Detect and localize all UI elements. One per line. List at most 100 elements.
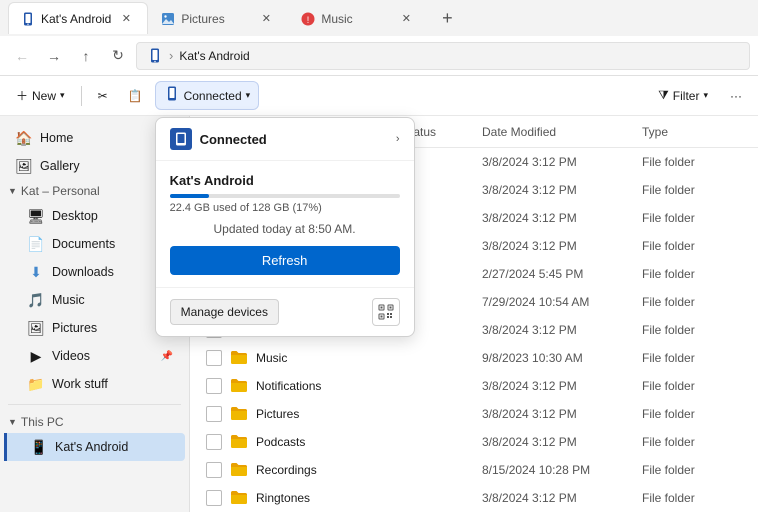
connected-area: Connected ▾ Connected › Kat's Android xyxy=(155,81,260,110)
file-type: File folder xyxy=(642,435,742,449)
file-checkbox[interactable] xyxy=(206,462,222,478)
col-header-date[interactable]: Date Modified xyxy=(482,125,642,139)
file-type: File folder xyxy=(642,183,742,197)
manage-devices-button[interactable]: Manage devices xyxy=(170,299,279,325)
folder-icon xyxy=(230,489,248,507)
tab-pictures-close[interactable]: ✕ xyxy=(257,10,275,28)
tab-kats-android[interactable]: Kat's Android ✕ xyxy=(8,2,148,34)
sidebar-item-work-stuff[interactable]: 📁 Work stuff xyxy=(4,370,185,398)
table-row[interactable]: Ringtones 3/8/2024 3:12 PM File folder xyxy=(190,484,758,512)
music-icon: 🎵 xyxy=(28,292,44,308)
file-date: 3/8/2024 3:12 PM xyxy=(482,323,642,337)
file-date: 3/8/2024 3:12 PM xyxy=(482,407,642,421)
tab-kats-android-close[interactable]: ✕ xyxy=(117,10,135,28)
file-date: 3/8/2024 3:12 PM xyxy=(482,491,642,505)
toolbar: ＋ New ▾ ✂ 📋 Connected ▾ xyxy=(0,76,758,116)
file-type: File folder xyxy=(642,155,742,169)
back-button[interactable]: ← xyxy=(8,42,36,70)
more-icon: ··· xyxy=(730,89,742,103)
filter-icon: ⧩ xyxy=(658,88,669,103)
table-row[interactable]: Notifications 3/8/2024 3:12 PM File fold… xyxy=(190,372,758,400)
file-type: File folder xyxy=(642,211,742,225)
file-checkbox[interactable] xyxy=(206,490,222,506)
folder-icon xyxy=(230,349,248,367)
kats-android-icon: 📱 xyxy=(31,439,47,455)
videos-icon: ▶ xyxy=(28,348,44,364)
filter-chevron-icon: ▾ xyxy=(703,90,708,101)
up-button[interactable]: ↑ xyxy=(72,42,100,70)
downloads-icon: ⬇ xyxy=(28,264,44,280)
tab-music[interactable]: ! Music ✕ xyxy=(288,2,428,34)
desktop-icon: 🖥 xyxy=(28,208,44,224)
svg-text:!: ! xyxy=(307,15,310,25)
sidebar-desktop-label: Desktop xyxy=(52,209,98,223)
popup-connected-label: Connected xyxy=(200,132,388,147)
popup-qr-icon[interactable] xyxy=(372,298,400,326)
sidebar-kats-android-label: Kat's Android xyxy=(55,440,128,454)
sidebar-item-kats-android[interactable]: 📱 Kat's Android xyxy=(4,433,185,461)
popup-refresh-button[interactable]: Refresh xyxy=(170,246,400,275)
home-icon: 🏠 xyxy=(16,130,32,146)
file-type: File folder xyxy=(642,351,742,365)
refresh-button[interactable]: ↻ xyxy=(104,42,132,70)
file-date: 7/29/2024 10:54 AM xyxy=(482,295,642,309)
filter-button[interactable]: ⧩ Filter ▾ xyxy=(650,84,716,107)
sidebar-music-label: Music xyxy=(52,293,85,307)
file-checkbox[interactable] xyxy=(206,378,222,394)
file-name: Pictures xyxy=(256,407,402,421)
popup-device-icon xyxy=(170,128,192,150)
sidebar-group-this-pc[interactable]: ▼ This PC xyxy=(0,411,189,433)
address-box[interactable]: › Kat's Android xyxy=(136,42,750,70)
file-type: File folder xyxy=(642,407,742,421)
new-tab-button[interactable]: + xyxy=(432,3,462,33)
table-row[interactable]: Recordings 8/15/2024 10:28 PM File folde… xyxy=(190,456,758,484)
col-header-type[interactable]: Type xyxy=(642,125,742,139)
sidebar-pictures-label: Pictures xyxy=(52,321,97,335)
table-row[interactable]: Podcasts 3/8/2024 3:12 PM File folder xyxy=(190,428,758,456)
pictures-icon: 🖼 xyxy=(28,320,44,336)
connected-button[interactable]: Connected ▾ xyxy=(155,81,260,110)
kat-personal-label: Kat – Personal xyxy=(21,184,100,198)
new-button[interactable]: ＋ New ▾ xyxy=(8,83,73,108)
sidebar-work-stuff-label: Work stuff xyxy=(52,377,108,391)
table-row[interactable]: Pictures 3/8/2024 3:12 PM File folder xyxy=(190,400,758,428)
filter-label: Filter xyxy=(673,89,700,103)
popup-storage-bar-fill xyxy=(170,194,209,198)
tab-music-close[interactable]: ✕ xyxy=(397,10,415,28)
filter-area: ⧩ Filter ▾ ··· xyxy=(650,84,750,107)
popup-storage-bar-bg xyxy=(170,194,400,198)
file-name: Music xyxy=(256,351,402,365)
this-pc-chevron-icon: ▼ xyxy=(8,417,17,427)
cut-button[interactable]: ✂ xyxy=(90,85,116,107)
file-type: File folder xyxy=(642,323,742,337)
file-type: File folder xyxy=(642,463,742,477)
forward-button[interactable]: → xyxy=(40,42,68,70)
file-type: File folder xyxy=(642,239,742,253)
folder-icon xyxy=(230,405,248,423)
file-checkbox[interactable] xyxy=(206,406,222,422)
breadcrumb-separator: › xyxy=(169,48,173,63)
table-row[interactable]: Music 9/8/2023 10:30 AM File folder xyxy=(190,344,758,372)
popup-header[interactable]: Connected › xyxy=(156,118,414,161)
copy-button[interactable]: 📋 xyxy=(120,85,151,107)
copy-icon: 📋 xyxy=(128,89,143,103)
connected-chevron-icon: ▾ xyxy=(246,90,251,101)
file-checkbox[interactable] xyxy=(206,350,222,366)
more-button[interactable]: ··· xyxy=(722,85,750,107)
address-phone-icon xyxy=(147,48,163,64)
file-date: 3/8/2024 3:12 PM xyxy=(482,155,642,169)
file-date: 3/8/2024 3:12 PM xyxy=(482,435,642,449)
tab-pictures-label: Pictures xyxy=(181,12,251,26)
folder-icon xyxy=(230,461,248,479)
popup-device-name: Kat's Android xyxy=(170,173,400,188)
popup-updated-text: Updated today at 8:50 AM. xyxy=(170,222,400,236)
file-date: 3/8/2024 3:12 PM xyxy=(482,211,642,225)
gallery-icon: 🖼 xyxy=(16,158,32,174)
tab-pictures[interactable]: Pictures ✕ xyxy=(148,2,288,34)
tab-music-icon: ! xyxy=(301,12,315,26)
popup-storage-text: 22.4 GB used of 128 GB (17%) xyxy=(170,202,400,214)
file-checkbox[interactable] xyxy=(206,434,222,450)
folder-icon xyxy=(230,433,248,451)
file-type: File folder xyxy=(642,267,742,281)
sidebar-item-videos[interactable]: ▶ Videos 📌 xyxy=(4,342,185,370)
